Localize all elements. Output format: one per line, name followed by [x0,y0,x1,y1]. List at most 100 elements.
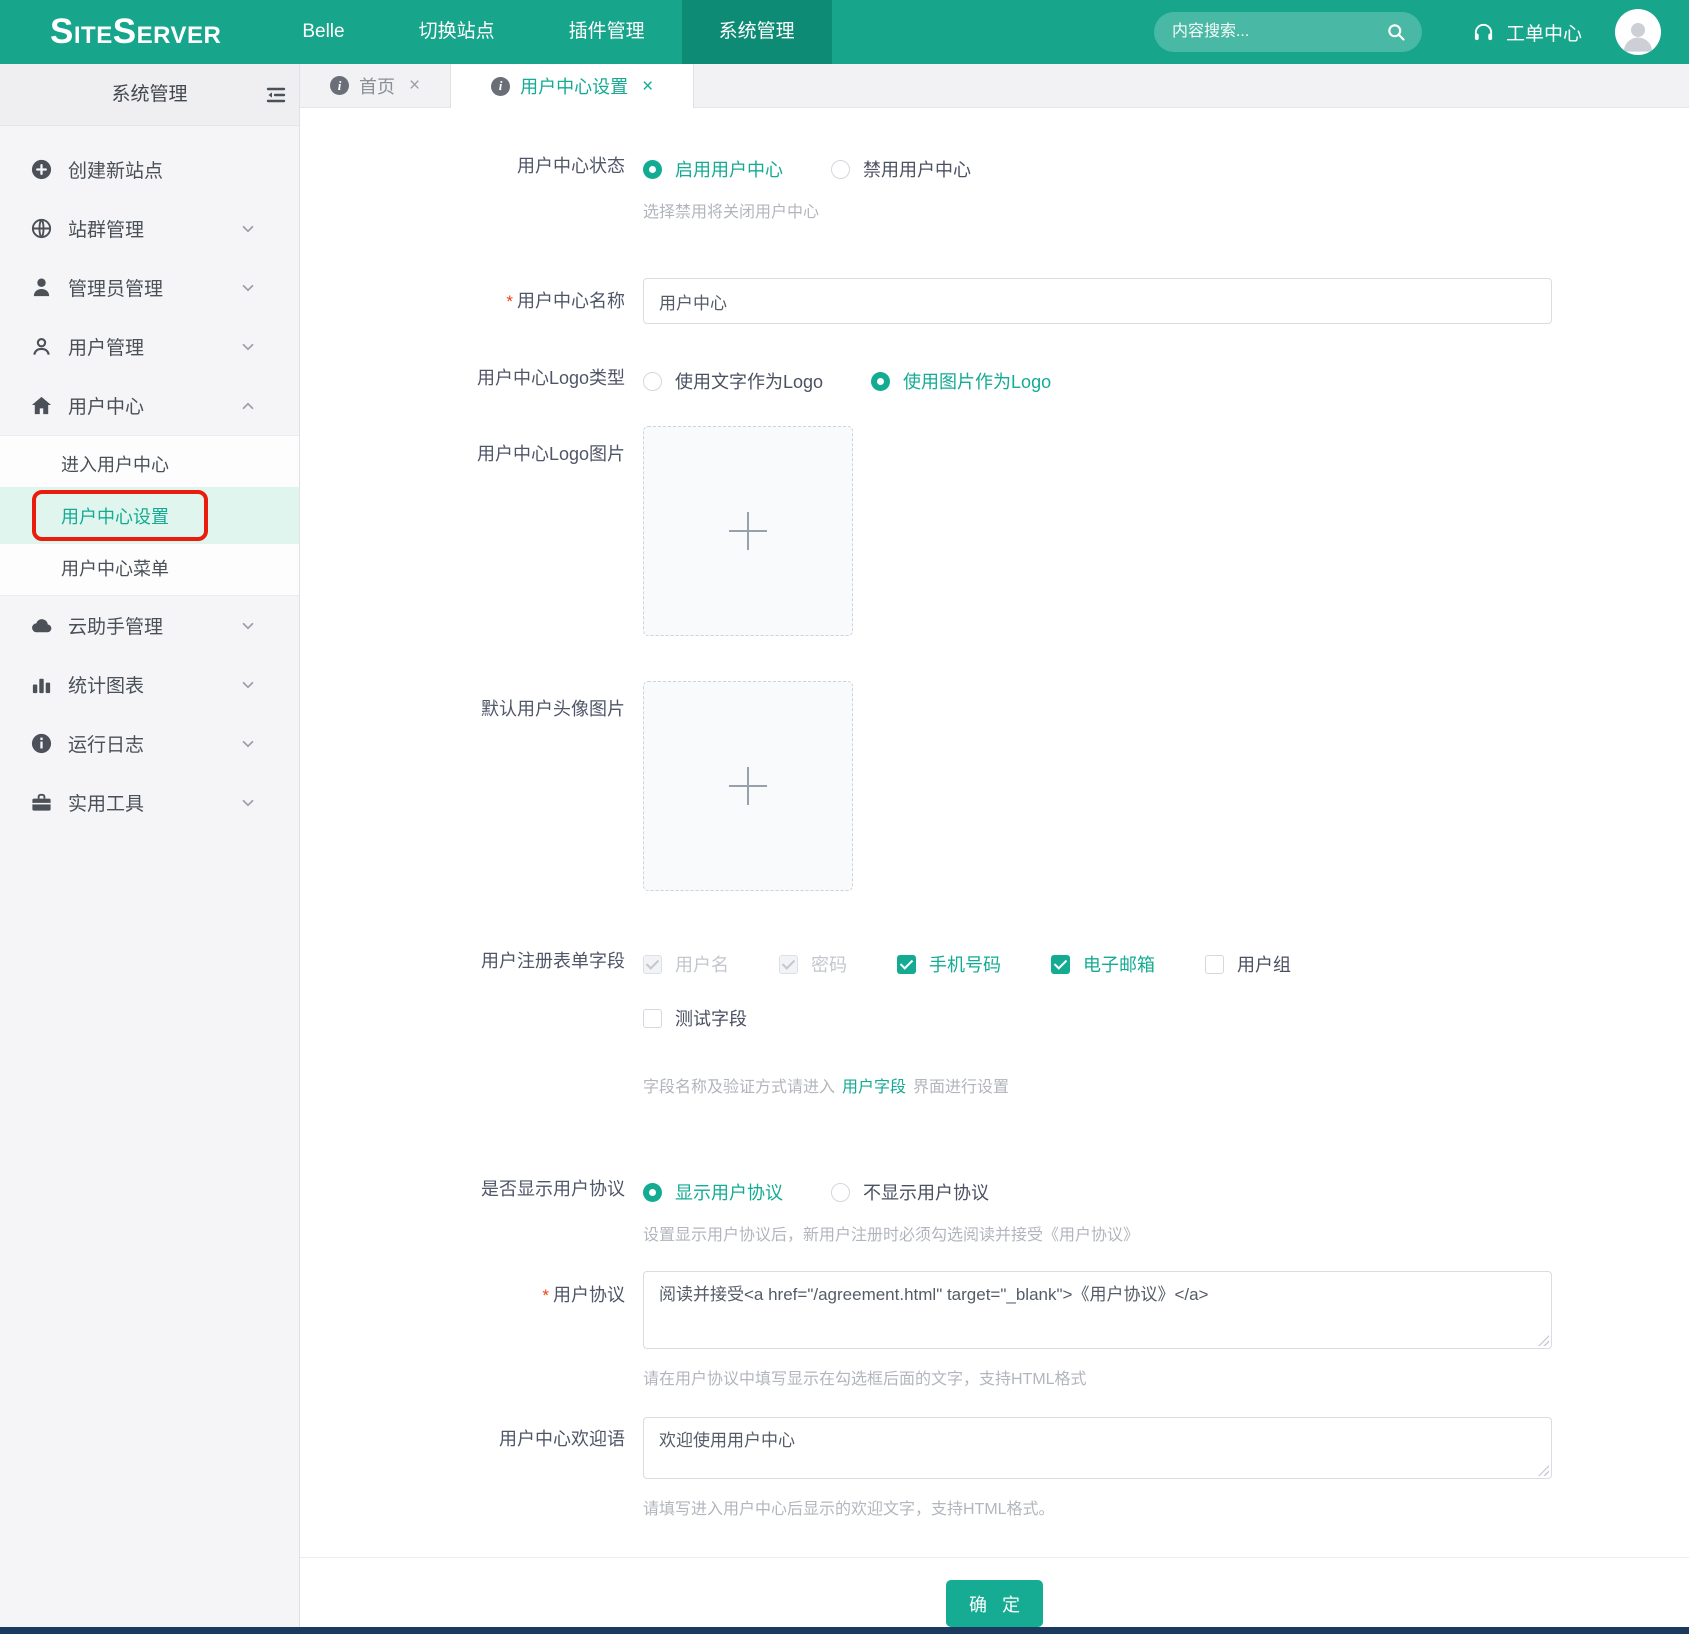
siteserver-logo: SITESERVER [50,14,221,50]
radio-text-logo[interactable]: 使用文字作为Logo [643,368,823,394]
sidebar-item-label: 云助手管理 [68,612,239,639]
checkbox-unchecked-icon[interactable] [1205,955,1224,974]
top-nav: SITESERVER Belle 切换站点 插件管理 系统管理 工单中心 [0,0,1689,64]
sidebar-item-user-center-settings[interactable]: 用户中心设置 [0,487,299,544]
agreement-textarea[interactable]: 阅读并接受<a href="/agreement.html" target="_… [643,1271,1552,1349]
tab-label: 首页 [359,73,395,99]
sidebar-item-run-log[interactable]: 运行日志 [0,714,299,773]
radio-label: 显示用户协议 [675,1179,783,1205]
form-row-agreement: *用户协议 阅读并接受<a href="/agreement.html" tar… [300,1271,1689,1389]
checkbox-test-field[interactable]: 测试字段 [643,1005,747,1031]
bar-chart-icon [30,673,53,696]
radio-label: 使用图片作为Logo [903,368,1051,394]
avatar[interactable] [1615,9,1661,55]
plus-circle-icon [30,158,53,181]
logo-part: S [50,14,74,49]
logo-image-upload[interactable] [643,426,853,636]
chevron-up-icon [239,397,257,415]
help-text: 字段名称及验证方式请进入用户字段界面进行设置 [643,1079,1341,1097]
tab-home[interactable]: i 首页 × [300,64,451,107]
radio-unselected-icon[interactable] [831,1183,850,1202]
info-icon: i [491,77,510,96]
search-input[interactable] [1170,22,1386,42]
tab-user-center-settings[interactable]: i 用户中心设置 × [451,64,694,108]
radio-selected-icon[interactable] [871,372,890,391]
radio-label: 禁用用户中心 [863,156,971,182]
radio-label: 使用文字作为Logo [675,368,823,394]
admin-user-icon [30,276,53,299]
radio-hide-agreement[interactable]: 不显示用户协议 [831,1179,989,1205]
checkbox-label: 电子邮箱 [1083,951,1155,977]
nav-item-system[interactable]: 系统管理 [682,0,832,64]
checkbox-label: 用户名 [675,951,729,977]
help-text: 请填写进入用户中心后显示的欢迎文字，支持HTML格式。 [643,1501,1552,1519]
checkbox-checked-disabled-icon [779,955,798,974]
checkbox-checked-icon[interactable] [897,955,916,974]
info-circle-icon [30,732,53,755]
sidebar-item-statistics[interactable]: 统计图表 [0,655,299,714]
sidebar-item-site-group[interactable]: 站群管理 [0,199,299,258]
help-text: 选择禁用将关闭用户中心 [643,204,1019,222]
checkbox-mobile[interactable]: 手机号码 [897,951,1001,977]
form-row-register-fields: 用户注册表单字段 用户名 密码 [300,951,1689,1097]
welcome-textarea[interactable]: 欢迎使用用户中心 [643,1417,1552,1479]
checkbox-checked-icon[interactable] [1051,955,1070,974]
field-label: 用户中心欢迎语 [300,1417,625,1449]
search-icon[interactable] [1386,22,1406,42]
sidebar-collapse-icon[interactable] [264,83,288,107]
radio-disable-user-center[interactable]: 禁用用户中心 [831,156,971,182]
user-fields-link[interactable]: 用户字段 [842,1079,906,1096]
user-avatar-icon [1618,15,1658,55]
close-icon[interactable]: × [409,76,420,95]
sidebar-item-label: 运行日志 [68,730,239,757]
sidebar-item-admin-manage[interactable]: 管理员管理 [0,258,299,317]
home-icon [30,394,53,417]
sidebar-item-enter-user-center[interactable]: 进入用户中心 [0,440,299,487]
nav-right: 工单中心 [1154,9,1689,55]
content-search [1154,12,1422,52]
default-avatar-upload[interactable] [643,681,853,891]
sidebar-item-cloud-assistant[interactable]: 云助手管理 [0,596,299,655]
user-center-submenu: 进入用户中心 用户中心设置 用户中心菜单 [0,435,299,596]
checkbox-user-group[interactable]: 用户组 [1205,951,1291,977]
confirm-button[interactable]: 确 定 [946,1580,1043,1627]
radio-selected-icon[interactable] [643,1183,662,1202]
nav-item-switch-site[interactable]: 切换站点 [382,0,532,64]
radio-unselected-icon[interactable] [831,160,850,179]
sidebar-item-create-site[interactable]: 创建新站点 [0,140,299,199]
nav-item-plugins[interactable]: 插件管理 [532,0,682,64]
chevron-down-icon [239,220,257,238]
settings-form: 用户中心状态 启用用户中心 禁用用户中心 选择禁用 [300,108,1689,1627]
checkbox-label: 用户组 [1237,951,1291,977]
top-nav-menu: Belle 切换站点 插件管理 系统管理 [265,0,831,64]
radio-enable-user-center[interactable]: 启用用户中心 [643,156,783,182]
user-icon [30,335,53,358]
radio-selected-icon[interactable] [643,160,662,179]
checkbox-email[interactable]: 电子邮箱 [1051,951,1155,977]
sidebar-item-user-center[interactable]: 用户中心 [0,376,299,435]
tab-bar: i 首页 × i 用户中心设置 × [300,64,1689,108]
sidebar-item-user-center-menu[interactable]: 用户中心菜单 [0,544,299,591]
close-icon[interactable]: × [642,77,653,96]
field-label: *用户中心名称 [300,291,625,312]
sidebar-item-label: 统计图表 [68,671,239,698]
headset-icon [1472,21,1495,44]
radio-unselected-icon[interactable] [643,372,662,391]
sidebar-item-label: 创建新站点 [68,156,257,183]
field-label: 用户中心状态 [300,156,625,176]
radio-show-agreement[interactable]: 显示用户协议 [643,1179,783,1205]
user-center-name-input[interactable] [643,278,1552,324]
checkbox-unchecked-icon[interactable] [643,1009,662,1028]
ticket-center[interactable]: 工单中心 [1472,19,1582,46]
nav-item-site[interactable]: Belle [265,0,381,64]
info-icon: i [330,76,349,95]
form-row-status: 用户中心状态 启用用户中心 禁用用户中心 选择禁用 [300,156,1689,222]
form-row-welcome: 用户中心欢迎语 欢迎使用用户中心 请填写进入用户中心后显示的欢迎文字，支持HTM… [300,1417,1689,1519]
radio-image-logo[interactable]: 使用图片作为Logo [871,368,1051,394]
sidebar-item-utilities[interactable]: 实用工具 [0,773,299,832]
field-label: 是否显示用户协议 [300,1179,625,1199]
chevron-down-icon [239,676,257,694]
field-label: 用户注册表单字段 [300,951,625,971]
ticket-center-label: 工单中心 [1506,19,1582,46]
sidebar-item-user-manage[interactable]: 用户管理 [0,317,299,376]
